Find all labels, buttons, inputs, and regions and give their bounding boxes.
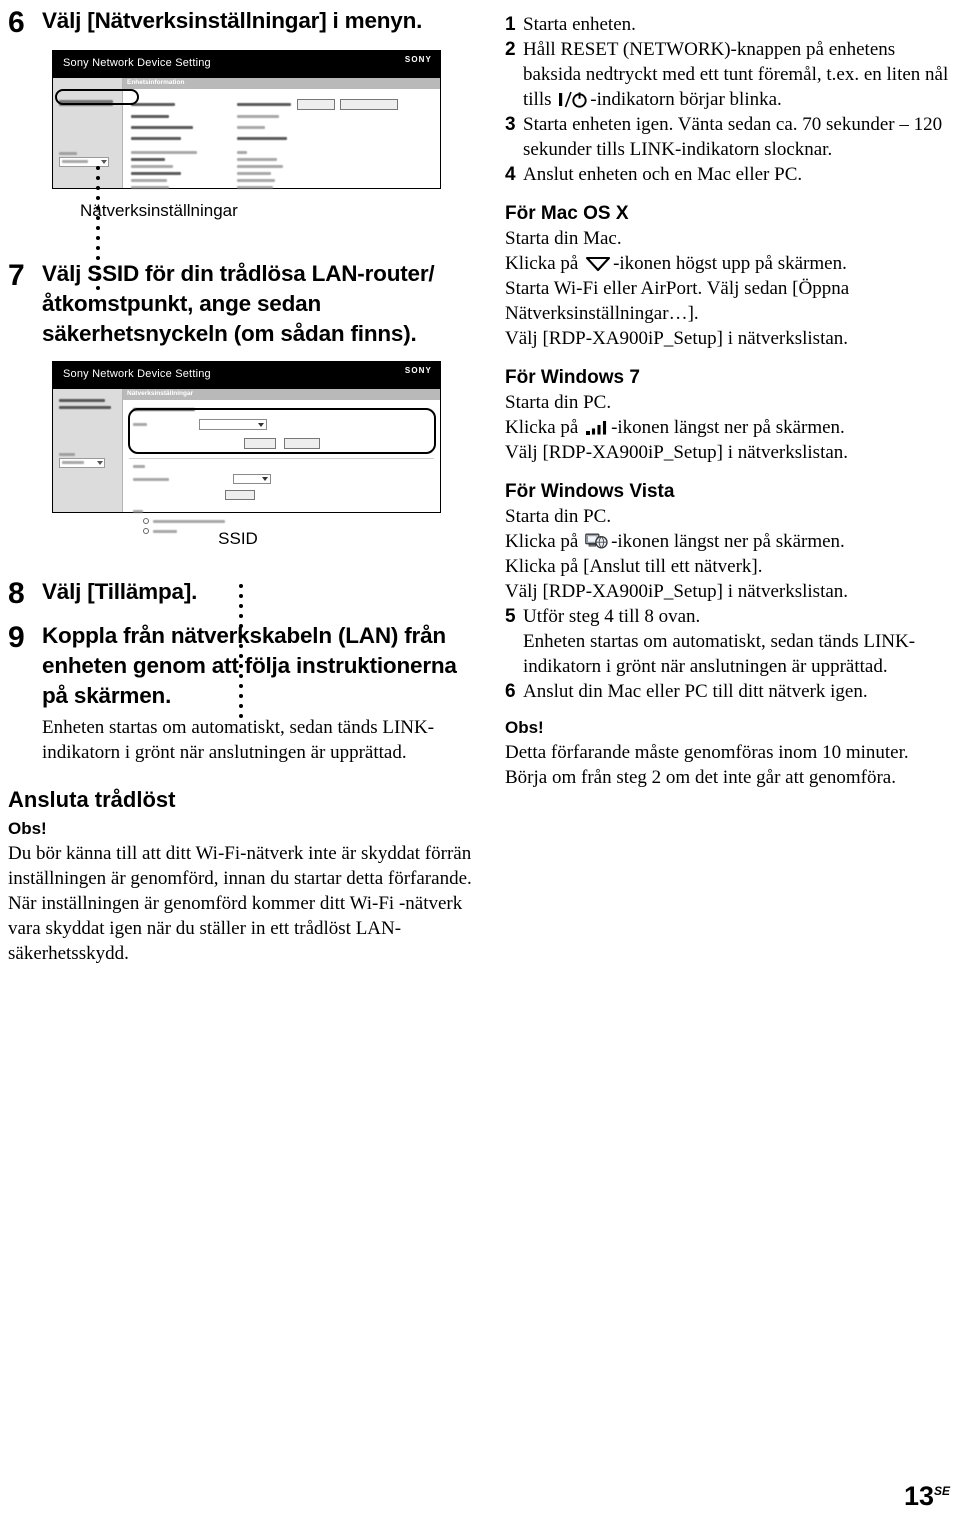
mac-line-2: Klicka på -ikonen högst upp på skärmen. — [505, 251, 953, 276]
right-column: 1 Starta enheten. 2 Håll RESET (NETWORK)… — [505, 12, 953, 790]
manual-page: 6 Välj [Nätverksinställningar] i menyn. … — [0, 0, 960, 1518]
step-6: 6 Välj [Nätverksinställningar] i menyn. — [8, 6, 478, 40]
note-body-right: Detta förfarande måste genomföras inom 1… — [505, 742, 909, 788]
right-step-2: 2 Håll RESET (NETWORK)-knappen på enhete… — [505, 37, 953, 112]
win7-line-2: Klicka på -ikonen längst ner på skärmen. — [505, 415, 953, 440]
right-step-3-number: 3 — [505, 114, 516, 135]
right-step-3-text: Starta enheten igen. Vänta sedan ca. 70 … — [523, 114, 943, 160]
screenshot2-tab-label: Nätverksinställningar — [127, 390, 194, 397]
vista-line-1: Starta din PC. — [505, 506, 612, 527]
right-step-6: 6 Anslut din Mac eller PC till ditt nätv… — [505, 679, 953, 704]
right-step-5-number: 5 — [505, 606, 516, 627]
mac-line-1: Starta din Mac. — [505, 228, 622, 249]
right-step-4: 4 Anslut enheten och en Mac eller PC. — [505, 162, 953, 187]
right-step-1: 1 Starta enheten. — [505, 12, 953, 37]
screenshot2-app-title: Sony Network Device Setting — [63, 368, 211, 380]
right-step-4-number: 4 — [505, 164, 516, 185]
right-step-5: 5 Utför steg 4 till 8 ovan. — [505, 604, 953, 629]
right-step-1-text: Starta enheten. — [523, 14, 636, 35]
screenshot-tabbar: Enhetsinformation — [123, 78, 440, 89]
left-column: 6 Välj [Nätverksinställningar] i menyn. … — [8, 6, 478, 966]
airport-wifi-icon — [585, 255, 611, 272]
step-9-text: Koppla från nätverkskabeln (LAN) från en… — [42, 623, 457, 708]
screenshot-app-title: Sony Network Device Setting — [63, 57, 211, 69]
screenshot-network-settings: Sony Network Device Setting SONY Nätverk… — [52, 361, 441, 534]
right-step-5-body: Enheten startas om automatiskt, sedan tä… — [523, 631, 916, 677]
screenshot2-body: Nätverksinställningar — [53, 389, 440, 534]
vista-line-2-before: Klicka på — [505, 531, 584, 552]
step-8-number: 8 — [8, 577, 25, 610]
page-number: 13 — [903, 1481, 934, 1511]
screenshot-tab-label: Enhetsinformation — [127, 79, 185, 86]
right-step-1-number: 1 — [505, 14, 516, 35]
vista-line-2-after: -ikonen längst ner på skärmen. — [611, 531, 845, 552]
right-step-2-number: 2 — [505, 39, 516, 60]
screenshot2-sidebar — [53, 389, 123, 512]
note-heading-left: Obs! — [8, 819, 47, 838]
step-7-text: Välj SSID för din trådlösa LAN-router/åt… — [42, 261, 435, 346]
caption-network-settings: Nätverksinställningar — [80, 201, 238, 220]
network-globe-icon — [585, 532, 609, 550]
right-step-2-text-after: -indikatorn börjar blinka. — [590, 89, 782, 110]
screenshot2-tabbar: Nätverksinställningar — [123, 389, 440, 400]
step-7-number: 7 — [8, 259, 25, 292]
right-step-6-text: Anslut din Mac eller PC till ditt nätver… — [523, 681, 868, 702]
heading-mac-os-x: För Mac OS X — [505, 203, 629, 224]
screenshot2-content: Nätverksinställningar — [123, 389, 440, 534]
mac-line-4: Välj [RDP-XA900iP_Setup] i nätverkslista… — [505, 328, 849, 349]
signal-bars-icon — [585, 419, 609, 436]
note-body-left: Du bör känna till att ditt Wi-Fi-nätverk… — [8, 843, 472, 964]
step-7: 7 Välj SSID för din trådlösa LAN-router/… — [8, 259, 478, 349]
right-step-6-number: 6 — [505, 681, 516, 702]
callout-dots-network-settings — [96, 166, 100, 296]
note-heading-right: Obs! — [505, 718, 544, 737]
mac-line-2-before: Klicka på — [505, 253, 584, 274]
win7-line-3: Välj [RDP-XA900iP_Setup] i nätverkslista… — [505, 442, 849, 463]
win7-line-1: Starta din PC. — [505, 392, 612, 413]
sony-logo: SONY — [404, 55, 432, 64]
win7-line-2-before: Klicka på — [505, 417, 584, 438]
step-8: 8 Välj [Tillämpa]. — [8, 577, 478, 611]
screenshot-sidebar — [53, 78, 123, 188]
right-step-2-text: Håll RESET (NETWORK)-knappen på enhetens… — [523, 37, 953, 112]
heading-windows-vista: För Windows Vista — [505, 481, 675, 502]
sony-logo-2: SONY — [404, 366, 432, 375]
heading-windows-7: För Windows 7 — [505, 367, 640, 388]
screenshot-content: Enhetsinformation — [123, 78, 440, 189]
section-heading-wireless: Ansluta trådlöst — [8, 787, 176, 812]
right-step-4-text: Anslut enheten och en Mac eller PC. — [523, 164, 803, 185]
step-8-text: Välj [Tillämpa]. — [42, 579, 198, 604]
right-step-5-text: Utför steg 4 till 8 ovan. — [523, 606, 701, 627]
power-standby-icon — [558, 91, 588, 108]
page-region-code: SE — [933, 1484, 950, 1498]
mac-line-2-after: -ikonen högst upp på skärmen. — [613, 253, 847, 274]
screenshot2-titlebar: Sony Network Device Setting SONY — [53, 362, 440, 389]
screenshot-titlebar: Sony Network Device Setting SONY — [53, 51, 440, 78]
step-9-body: Enheten startas om automatiskt, sedan tä… — [42, 717, 435, 763]
step-9: 9 Koppla från nätverkskabeln (LAN) från … — [8, 621, 478, 711]
step-6-number: 6 — [8, 6, 25, 39]
win7-line-2-after: -ikonen längst ner på skärmen. — [611, 417, 845, 438]
screenshot-body: Enhetsinformation — [53, 78, 440, 189]
vista-line-4: Välj [RDP-XA900iP_Setup] i nätverkslista… — [505, 581, 849, 602]
page-folio: 13SE — [904, 1478, 950, 1510]
vista-line-2: Klicka på -ikonen längst ner på skärmen. — [505, 529, 953, 554]
screenshot-device-info: Sony Network Device Setting SONY Enhetsi… — [52, 50, 441, 189]
step-6-text: Välj [Nätverksinställningar] i menyn. — [42, 8, 423, 33]
mac-line-3: Starta Wi-Fi eller AirPort. Välj sedan [… — [505, 278, 850, 324]
callout-dots-ssid — [239, 584, 243, 724]
vista-line-3: Klicka på [Anslut till ett nätverk]. — [505, 556, 763, 577]
right-step-3: 3 Starta enheten igen. Vänta sedan ca. 7… — [505, 112, 953, 162]
step-9-number: 9 — [8, 621, 25, 654]
